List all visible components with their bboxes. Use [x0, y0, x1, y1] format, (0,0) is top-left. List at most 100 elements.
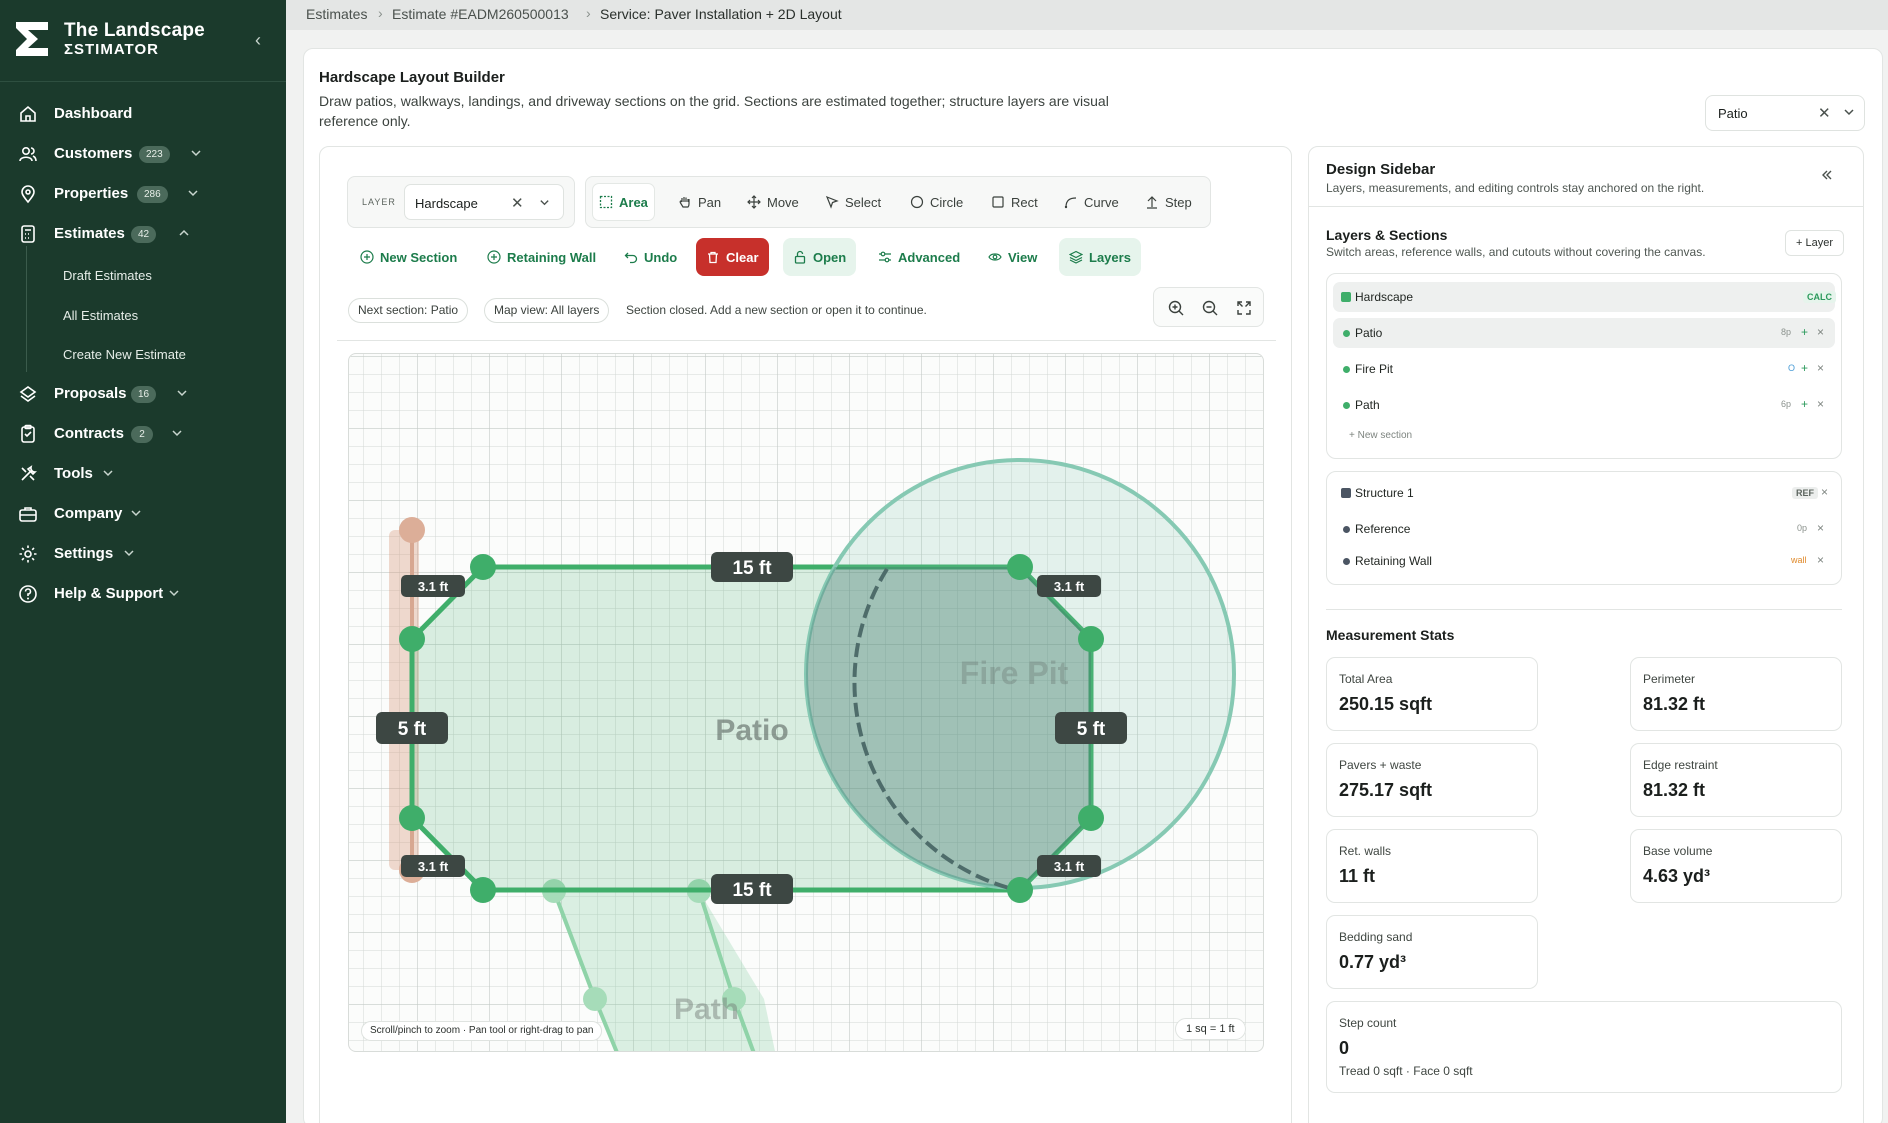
count-badge: 42: [131, 226, 157, 243]
hand-icon: [679, 197, 690, 208]
nav-label: Contracts: [54, 425, 125, 442]
collapse-sidebar-icon[interactable]: ‹: [248, 30, 268, 50]
map-pin-icon: [21, 185, 35, 204]
tool-rect[interactable]: Rect: [985, 183, 1044, 221]
users-icon: [19, 146, 37, 162]
tool-select[interactable]: Select: [819, 183, 887, 221]
nav-draft-estimates[interactable]: Draft Estimates: [63, 268, 152, 283]
view-button[interactable]: View: [978, 238, 1047, 276]
breadcrumb-estimate[interactable]: Estimate #EADM260500013: [392, 6, 569, 22]
section-name: Retaining Wall: [1355, 554, 1432, 568]
structure-row-retaining-wall[interactable]: Retaining Wall wall ×: [1333, 546, 1835, 576]
section-row-fire-pit[interactable]: Fire Pit O + ×: [1333, 354, 1835, 384]
remove-icon[interactable]: ×: [1821, 485, 1828, 499]
nav-tools[interactable]: Tools: [0, 456, 286, 492]
section-select[interactable]: Patio ✕: [1705, 95, 1865, 131]
nav-properties[interactable]: Properties 286: [0, 176, 286, 212]
new-section-link[interactable]: + New section: [1349, 430, 1412, 441]
add-point-icon[interactable]: +: [1801, 325, 1808, 339]
undo-button[interactable]: Undo: [614, 238, 687, 276]
layers-icon: [1069, 250, 1083, 264]
chevron-down-icon: [540, 200, 549, 206]
path-vertex[interactable]: [583, 987, 607, 1011]
section-row-path[interactable]: Path 6p + ×: [1333, 390, 1835, 420]
nav-create-estimate[interactable]: Create New Estimate: [63, 347, 186, 362]
layer-row-structure[interactable]: Structure 1 REF ×: [1333, 478, 1835, 508]
advanced-button[interactable]: Advanced: [868, 238, 970, 276]
unlock-icon: [794, 250, 806, 264]
nav-all-estimates[interactable]: All Estimates: [63, 308, 138, 323]
dim-corner: 3.1 ft: [401, 855, 465, 877]
tool-area[interactable]: Area: [592, 183, 655, 221]
patio-vertex[interactable]: [1007, 554, 1033, 580]
layers-button[interactable]: Layers: [1059, 238, 1141, 276]
remove-icon[interactable]: ×: [1817, 553, 1824, 567]
tool-step[interactable]: Step: [1139, 183, 1198, 221]
map-view-chip[interactable]: Map view: All layers: [484, 298, 610, 323]
nav-customers[interactable]: Customers 223: [0, 136, 286, 172]
fullscreen-icon[interactable]: [1235, 299, 1253, 317]
layer-color-swatch: [1341, 292, 1351, 302]
nav-label: Properties: [54, 185, 129, 202]
clear-icon[interactable]: ✕: [511, 194, 524, 212]
patio-vertex[interactable]: [470, 877, 496, 903]
tool-circle[interactable]: Circle: [904, 183, 969, 221]
nav-help[interactable]: Help & Support: [0, 576, 286, 612]
breadcrumb-estimates[interactable]: Estimates: [306, 6, 367, 22]
layer-select[interactable]: Hardscape ✕: [404, 184, 564, 220]
chevron-down-icon: [124, 550, 134, 557]
layout-canvas[interactable]: Path Fire Pit Patio 15 ft 15 ft 5 ft 5 f…: [348, 353, 1264, 1052]
remove-icon[interactable]: ×: [1817, 521, 1824, 535]
tool-curve[interactable]: Curve: [1058, 183, 1125, 221]
add-point-icon[interactable]: +: [1801, 361, 1808, 375]
structure-row-reference[interactable]: Reference 0p ×: [1333, 514, 1835, 544]
patio-vertex[interactable]: [399, 626, 425, 652]
zoom-out-icon[interactable]: [1201, 299, 1219, 317]
patio-vertex[interactable]: [470, 554, 496, 580]
breadcrumb-separator: ›: [586, 5, 591, 21]
open-button[interactable]: Open: [783, 238, 857, 276]
draw-tools: Area Pan Move Select Circle Rect Curve S…: [585, 176, 1211, 228]
section-name: Path: [1355, 398, 1380, 412]
section-dot: [1343, 366, 1350, 373]
stat-label: Perimeter: [1643, 672, 1696, 686]
remove-icon[interactable]: ×: [1817, 361, 1824, 375]
stat-value: 0: [1339, 1038, 1350, 1058]
nav-proposals[interactable]: Proposals 16: [0, 376, 286, 412]
patio-vertex[interactable]: [1078, 805, 1104, 831]
wall-endpoint[interactable]: [399, 517, 425, 543]
app-sidebar: The Landscape ΣSTIMATOR ‹ Dashboard Cust…: [0, 0, 286, 1123]
clear-button[interactable]: Clear: [696, 238, 769, 276]
remove-icon[interactable]: ×: [1817, 397, 1824, 411]
path-label: Path: [674, 993, 739, 1026]
section-meta: 0p: [1797, 523, 1808, 533]
nav-settings[interactable]: Settings: [0, 536, 286, 572]
section-row-patio[interactable]: Patio 8p + ×: [1333, 318, 1835, 348]
new-section-button[interactable]: New Section: [350, 238, 467, 276]
nav-contracts[interactable]: Contracts 2: [0, 416, 286, 452]
retaining-wall-button[interactable]: Retaining Wall: [477, 238, 606, 276]
brand[interactable]: The Landscape ΣSTIMATOR: [14, 20, 272, 62]
patio-vertex[interactable]: [1007, 877, 1033, 903]
divider: [1326, 609, 1842, 610]
canvas-drawing[interactable]: Path Fire Pit Patio 15 ft 15 ft 5 ft 5 f…: [349, 354, 1264, 1052]
tool-pan[interactable]: Pan: [672, 183, 727, 221]
nav-dashboard[interactable]: Dashboard: [0, 96, 286, 132]
count-badge: 223: [139, 146, 170, 163]
patio-vertex[interactable]: [399, 805, 425, 831]
add-layer-button[interactable]: + Layer: [1785, 230, 1844, 256]
section-dot: [1343, 402, 1350, 409]
nav-company[interactable]: Company: [0, 496, 286, 532]
remove-icon[interactable]: ×: [1817, 325, 1824, 339]
collapse-panel-icon[interactable]: [1819, 167, 1835, 183]
tool-move[interactable]: Move: [741, 183, 805, 221]
nav-estimates[interactable]: Estimates 42: [0, 216, 286, 252]
patio-vertex[interactable]: [1078, 626, 1104, 652]
tool-label: Area: [619, 194, 648, 210]
layer-row-hardscape[interactable]: Hardscape CALC: [1333, 282, 1836, 312]
add-point-icon[interactable]: +: [1801, 397, 1808, 411]
clear-icon[interactable]: ✕: [1818, 104, 1831, 122]
stat-value: 250.15 sqft: [1339, 694, 1433, 714]
zoom-in-icon[interactable]: [1167, 299, 1185, 317]
eye-icon: [988, 253, 1002, 261]
